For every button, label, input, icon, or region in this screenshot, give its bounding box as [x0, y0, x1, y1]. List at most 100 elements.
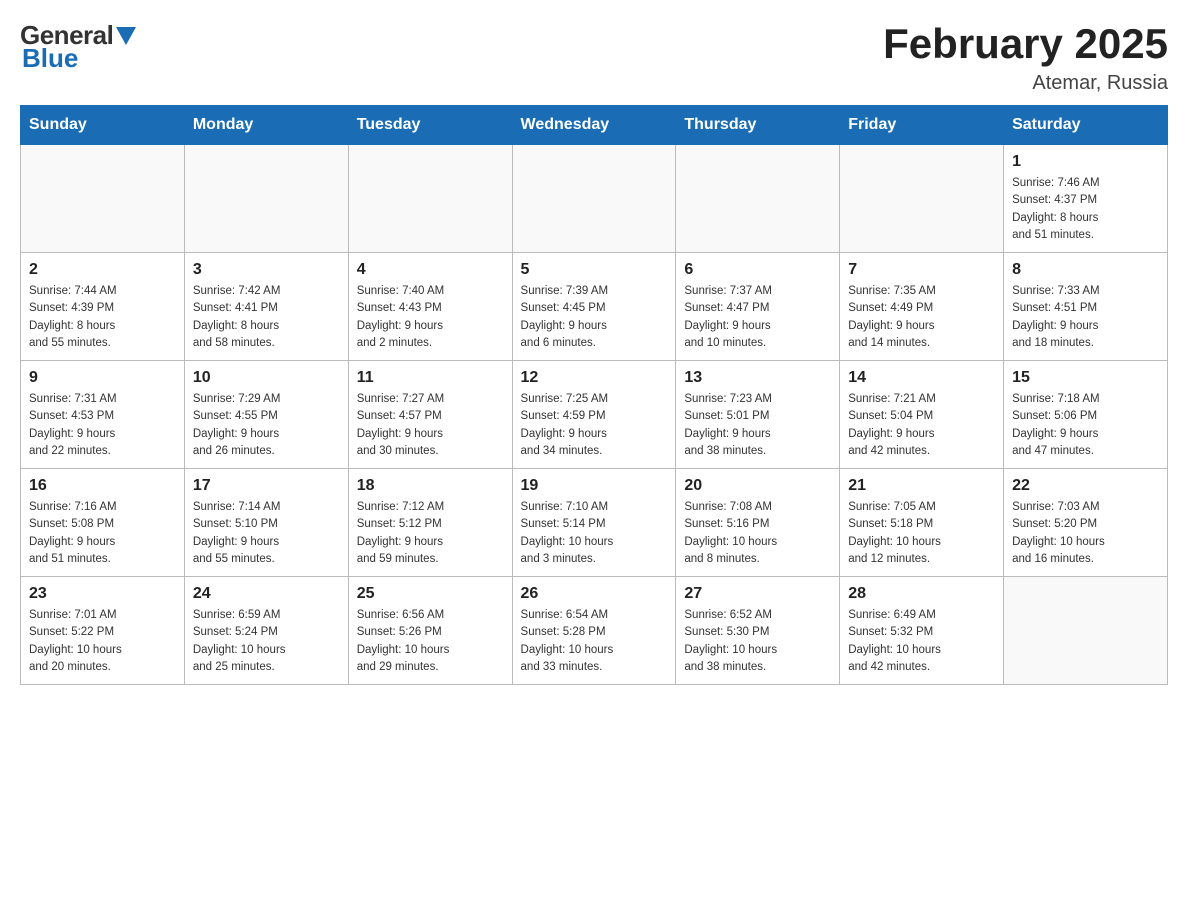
header-wednesday: Wednesday — [512, 106, 676, 145]
header-tuesday: Tuesday — [348, 106, 512, 145]
week-row-1: 1Sunrise: 7:46 AM Sunset: 4:37 PM Daylig… — [21, 145, 1168, 253]
day-info: Sunrise: 6:49 AM Sunset: 5:32 PM Dayligh… — [848, 607, 995, 676]
day-info: Sunrise: 7:01 AM Sunset: 5:22 PM Dayligh… — [29, 607, 176, 676]
calendar-cell-week3-day1: 9 Sunrise: 7:31 AM Sunset: 4:53 PM Daylig… — [21, 361, 185, 469]
calendar-cell-week4-day5: 20 Sunrise: 7:08 AM Sunset: 5:16 PM Dayli… — [676, 469, 840, 577]
day-info: Sunrise: 7:16 AM Sunset: 5:08 PM Dayligh… — [29, 499, 176, 568]
calendar-cell-week5-day3: 25 Sunrise: 6:56 AM Sunset: 5:26 PM Dayli… — [348, 577, 512, 685]
day-info: Sunrise: 7:33 AM Sunset: 4:51 PM Dayligh… — [1012, 283, 1159, 352]
day-info: Sunrise: 7:35 AM Sunset: 4:49 PM Dayligh… — [848, 283, 995, 352]
calendar-cell-week2-day5: 6Sunrise: 7:37 AM Sunset: 4:47 PM Daylig… — [676, 253, 840, 361]
day-info: Sunrise: 7:42 AM Sunset: 4:41 PM Dayligh… — [193, 283, 340, 352]
day-number: 1 — [1012, 153, 1159, 171]
calendar-body: 1Sunrise: 7:46 AM Sunset: 4:37 PM Daylig… — [21, 145, 1168, 685]
calendar-cell-week4-day1: 16 Sunrise: 7:16 AM Sunset: 5:08 PM Dayli… — [21, 469, 185, 577]
weekday-header-row: Sunday Monday Tuesday Wednesday Thursday… — [21, 106, 1168, 145]
day-number: 15 — [1012, 369, 1159, 387]
day-info: Sunrise: 7:08 AM Sunset: 5:16 PM Dayligh… — [684, 499, 831, 568]
calendar-cell-week2-day3: 4 Sunrise: 7:40 AM Sunset: 4:43 PM Daylig… — [348, 253, 512, 361]
day-info: Sunrise: 7:14 AM Sunset: 5:10 PM Dayligh… — [193, 499, 340, 568]
day-number: 13 — [684, 369, 831, 387]
calendar-cell-week3-day3: 11 Sunrise: 7:27 AM Sunset: 4:57 PM Dayli… — [348, 361, 512, 469]
day-number: 11 — [357, 369, 504, 387]
day-info: Sunrise: 6:56 AM Sunset: 5:26 PM Dayligh… — [357, 607, 504, 676]
day-number: 8 — [1012, 261, 1159, 279]
calendar-cell-week4-day4: 19 Sunrise: 7:10 AM Sunset: 5:14 PM Dayli… — [512, 469, 676, 577]
logo-triangle-icon — [116, 27, 136, 45]
calendar-cell-week5-day1: 23 Sunrise: 7:01 AM Sunset: 5:22 PM Dayli… — [21, 577, 185, 685]
header-monday: Monday — [184, 106, 348, 145]
day-info: Sunrise: 7:40 AM Sunset: 4:43 PM Dayligh… — [357, 283, 504, 352]
calendar-title: February 2025 — [883, 20, 1168, 68]
day-number: 26 — [521, 585, 668, 603]
calendar-cell-week3-day5: 13 Sunrise: 7:23 AM Sunset: 5:01 PM Dayli… — [676, 361, 840, 469]
day-number: 24 — [193, 585, 340, 603]
day-number: 2 — [29, 261, 176, 279]
calendar-cell-week2-day7: 8 Sunrise: 7:33 AM Sunset: 4:51 PM Daylig… — [1004, 253, 1168, 361]
day-number: 12 — [521, 369, 668, 387]
week-row-4: 16 Sunrise: 7:16 AM Sunset: 5:08 PM Dayli… — [21, 469, 1168, 577]
calendar-cell-week3-day4: 12 Sunrise: 7:25 AM Sunset: 4:59 PM Dayli… — [512, 361, 676, 469]
day-number: 6 — [684, 261, 831, 279]
day-info: Sunrise: 7:29 AM Sunset: 4:55 PM Dayligh… — [193, 391, 340, 460]
calendar-cell-week1-day5 — [676, 145, 840, 253]
calendar-cell-week4-day2: 17 Sunrise: 7:14 AM Sunset: 5:10 PM Dayli… — [184, 469, 348, 577]
day-number: 25 — [357, 585, 504, 603]
calendar-cell-week1-day3 — [348, 145, 512, 253]
day-number: 17 — [193, 477, 340, 495]
logo-blue-text: Blue — [20, 43, 78, 74]
day-number: 23 — [29, 585, 176, 603]
day-info: Sunrise: 7:31 AM Sunset: 4:53 PM Dayligh… — [29, 391, 176, 460]
calendar-cell-week2-day4: 5Sunrise: 7:39 AM Sunset: 4:45 PM Daylig… — [512, 253, 676, 361]
title-block: February 2025 Atemar, Russia — [883, 20, 1168, 95]
day-number: 19 — [521, 477, 668, 495]
calendar-cell-week4-day3: 18Sunrise: 7:12 AM Sunset: 5:12 PM Dayli… — [348, 469, 512, 577]
day-number: 28 — [848, 585, 995, 603]
calendar-cell-week5-day2: 24 Sunrise: 6:59 AM Sunset: 5:24 PM Dayli… — [184, 577, 348, 685]
calendar-cell-week1-day7: 1Sunrise: 7:46 AM Sunset: 4:37 PM Daylig… — [1004, 145, 1168, 253]
calendar-cell-week1-day2 — [184, 145, 348, 253]
day-info: Sunrise: 7:39 AM Sunset: 4:45 PM Dayligh… — [521, 283, 668, 352]
day-info: Sunrise: 7:25 AM Sunset: 4:59 PM Dayligh… — [521, 391, 668, 460]
day-number: 7 — [848, 261, 995, 279]
header-sunday: Sunday — [21, 106, 185, 145]
day-number: 22 — [1012, 477, 1159, 495]
day-info: Sunrise: 7:27 AM Sunset: 4:57 PM Dayligh… — [357, 391, 504, 460]
calendar-cell-week5-day7 — [1004, 577, 1168, 685]
day-info: Sunrise: 7:12 AM Sunset: 5:12 PM Dayligh… — [357, 499, 504, 568]
day-number: 27 — [684, 585, 831, 603]
calendar-cell-week3-day7: 15Sunrise: 7:18 AM Sunset: 5:06 PM Dayli… — [1004, 361, 1168, 469]
calendar-table: Sunday Monday Tuesday Wednesday Thursday… — [20, 105, 1168, 685]
day-info: Sunrise: 7:21 AM Sunset: 5:04 PM Dayligh… — [848, 391, 995, 460]
week-row-2: 2 Sunrise: 7:44 AM Sunset: 4:39 PM Daylig… — [21, 253, 1168, 361]
calendar-cell-week5-day4: 26Sunrise: 6:54 AM Sunset: 5:28 PM Dayli… — [512, 577, 676, 685]
day-info: Sunrise: 7:23 AM Sunset: 5:01 PM Dayligh… — [684, 391, 831, 460]
calendar-cell-week3-day6: 14 Sunrise: 7:21 AM Sunset: 5:04 PM Dayli… — [840, 361, 1004, 469]
day-number: 9 — [29, 369, 176, 387]
day-number: 4 — [357, 261, 504, 279]
calendar-cell-week1-day1 — [21, 145, 185, 253]
calendar-header: Sunday Monday Tuesday Wednesday Thursday… — [21, 106, 1168, 145]
day-number: 3 — [193, 261, 340, 279]
calendar-cell-week4-day6: 21Sunrise: 7:05 AM Sunset: 5:18 PM Dayli… — [840, 469, 1004, 577]
day-info: Sunrise: 6:59 AM Sunset: 5:24 PM Dayligh… — [193, 607, 340, 676]
day-number: 16 — [29, 477, 176, 495]
week-row-3: 9 Sunrise: 7:31 AM Sunset: 4:53 PM Daylig… — [21, 361, 1168, 469]
day-info: Sunrise: 6:52 AM Sunset: 5:30 PM Dayligh… — [684, 607, 831, 676]
logo: General Blue — [20, 20, 136, 74]
calendar-cell-week4-day7: 22 Sunrise: 7:03 AM Sunset: 5:20 PM Dayli… — [1004, 469, 1168, 577]
header-saturday: Saturday — [1004, 106, 1168, 145]
day-info: Sunrise: 7:44 AM Sunset: 4:39 PM Dayligh… — [29, 283, 176, 352]
day-number: 20 — [684, 477, 831, 495]
day-number: 14 — [848, 369, 995, 387]
calendar-cell-week5-day5: 27 Sunrise: 6:52 AM Sunset: 5:30 PM Dayli… — [676, 577, 840, 685]
header-thursday: Thursday — [676, 106, 840, 145]
page-header: General Blue February 2025 Atemar, Russi… — [20, 20, 1168, 95]
calendar-cell-week3-day2: 10 Sunrise: 7:29 AM Sunset: 4:55 PM Dayli… — [184, 361, 348, 469]
day-info: Sunrise: 7:03 AM Sunset: 5:20 PM Dayligh… — [1012, 499, 1159, 568]
day-number: 10 — [193, 369, 340, 387]
calendar-subtitle: Atemar, Russia — [883, 72, 1168, 95]
calendar-cell-week5-day6: 28 Sunrise: 6:49 AM Sunset: 5:32 PM Dayli… — [840, 577, 1004, 685]
day-info: Sunrise: 7:10 AM Sunset: 5:14 PM Dayligh… — [521, 499, 668, 568]
day-number: 21 — [848, 477, 995, 495]
